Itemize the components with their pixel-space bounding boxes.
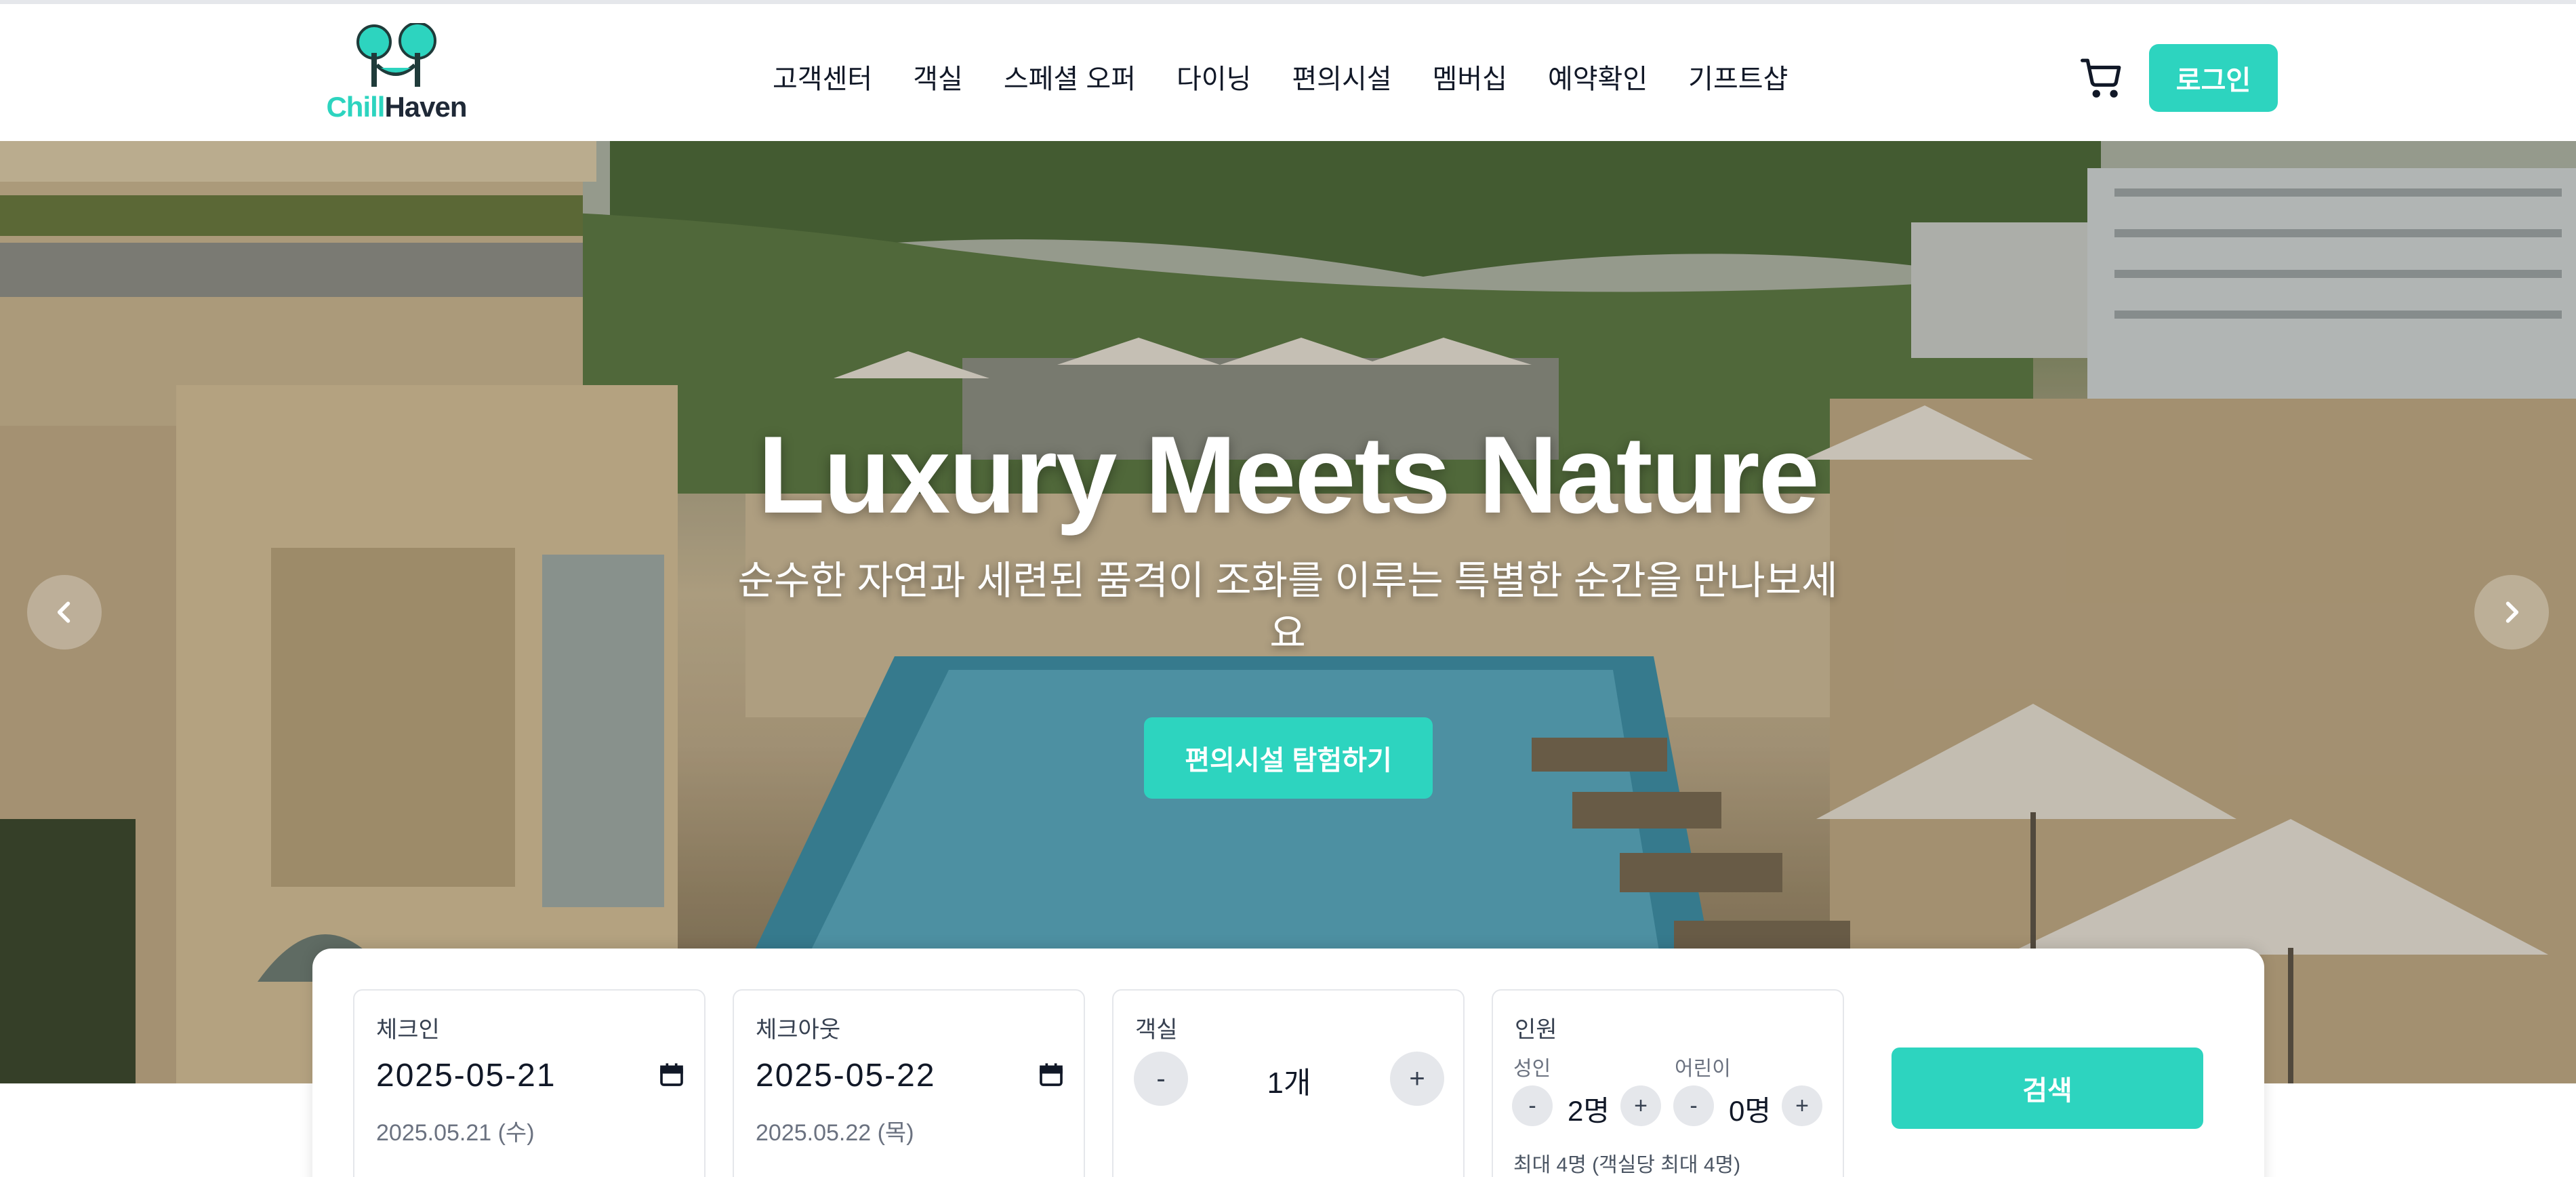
checkout-field[interactable]: 체크아웃 2025-05-22 2025.05.22 (목) bbox=[733, 989, 1085, 1177]
rooms-increment-button[interactable]: + bbox=[1390, 1052, 1444, 1106]
child-decrement-button[interactable]: - bbox=[1673, 1085, 1714, 1126]
nav-gift-shop[interactable]: 기프트샵 bbox=[1688, 57, 1788, 96]
checkout-display: 2025.05.22 (목) bbox=[756, 1120, 914, 1146]
hero-subtitle: 순수한 자연과 세련된 품격이 조화를 이루는 특별한 순간을 만나보세요 bbox=[737, 559, 1838, 656]
adult-value: 2명 bbox=[1568, 1095, 1610, 1127]
calendar-icon[interactable] bbox=[658, 1061, 685, 1088]
carousel-next-button[interactable] bbox=[2474, 575, 2549, 650]
adult-label: 성인 bbox=[1513, 1058, 1551, 1080]
rooms-decrement-button[interactable]: - bbox=[1134, 1052, 1188, 1106]
cart-icon[interactable] bbox=[2081, 57, 2123, 99]
hero-title: Luxury Meets Nature bbox=[758, 414, 1819, 536]
checkin-field[interactable]: 체크인 2025-05-21 2025.05.21 (수) bbox=[353, 989, 706, 1177]
logo-text-haven: Haven bbox=[384, 91, 467, 123]
checkin-date-input[interactable]: 2025-05-21 bbox=[376, 1057, 556, 1094]
calendar-icon[interactable] bbox=[1038, 1061, 1065, 1088]
logo-text-chill: Chill bbox=[326, 91, 385, 123]
checkout-label: 체크아웃 bbox=[756, 1017, 841, 1043]
adult-increment-button[interactable]: + bbox=[1620, 1085, 1661, 1126]
nav-dining[interactable]: 다이닝 bbox=[1177, 57, 1251, 96]
rooms-label: 객실 bbox=[1135, 1017, 1178, 1043]
nav-rooms[interactable]: 객실 bbox=[913, 57, 963, 96]
login-button[interactable]: 로그인 bbox=[2149, 44, 2278, 112]
checkout-date-input[interactable]: 2025-05-22 bbox=[756, 1057, 936, 1094]
chevron-left-icon bbox=[57, 601, 70, 623]
nav-reservation-check[interactable]: 예약확인 bbox=[1548, 57, 1648, 96]
checkin-display: 2025.05.21 (수) bbox=[376, 1120, 535, 1146]
adult-decrement-button[interactable]: - bbox=[1512, 1085, 1553, 1126]
rooms-field: 객실 - 1개 + bbox=[1112, 989, 1465, 1177]
logo-wordmark: ChillHaven bbox=[325, 91, 468, 123]
nav-facilities[interactable]: 편의시설 bbox=[1292, 57, 1391, 96]
carousel-prev-button[interactable] bbox=[27, 575, 102, 650]
hero-banner: Luxury Meets Nature 순수한 자연과 세련된 품격이 조화를 … bbox=[0, 141, 2576, 1083]
booking-panel: 체크인 2025-05-21 2025.05.21 (수) 체크아웃 2025-… bbox=[312, 949, 2264, 1177]
child-increment-button[interactable]: + bbox=[1782, 1085, 1822, 1126]
trees-hammock-icon bbox=[356, 23, 436, 87]
site-header: ChillHaven 고객센터 객실 스페셜 오퍼 다이닝 편의시설 멤버십 예… bbox=[0, 4, 2576, 141]
guests-field: 인원 성인 - 2명 + 어린이 - 0명 + 최대 4명 (객실당 최대 4명… bbox=[1492, 989, 1844, 1177]
brand-logo[interactable]: ChillHaven bbox=[325, 19, 468, 127]
nav-special-offers[interactable]: 스페셜 오퍼 bbox=[1004, 57, 1136, 96]
child-label: 어린이 bbox=[1675, 1058, 1731, 1080]
guests-label: 인원 bbox=[1515, 1017, 1557, 1043]
search-button[interactable]: 검색 bbox=[1892, 1048, 2203, 1129]
child-value: 0명 bbox=[1729, 1095, 1771, 1127]
rooms-value: 1개 bbox=[1267, 1066, 1311, 1100]
checkin-label: 체크인 bbox=[376, 1017, 440, 1043]
chevron-right-icon bbox=[2506, 601, 2519, 623]
guests-limit-note: 최대 4명 (객실당 최대 4명) bbox=[1513, 1154, 1741, 1176]
main-nav: 고객센터 객실 스페셜 오퍼 다이닝 편의시설 멤버십 예약확인 기프트샵 bbox=[773, 53, 1788, 100]
nav-membership[interactable]: 멤버십 bbox=[1433, 57, 1507, 96]
nav-customer-center[interactable]: 고객센터 bbox=[773, 57, 872, 96]
explore-facilities-button[interactable]: 편의시설 탐험하기 bbox=[1144, 717, 1433, 799]
